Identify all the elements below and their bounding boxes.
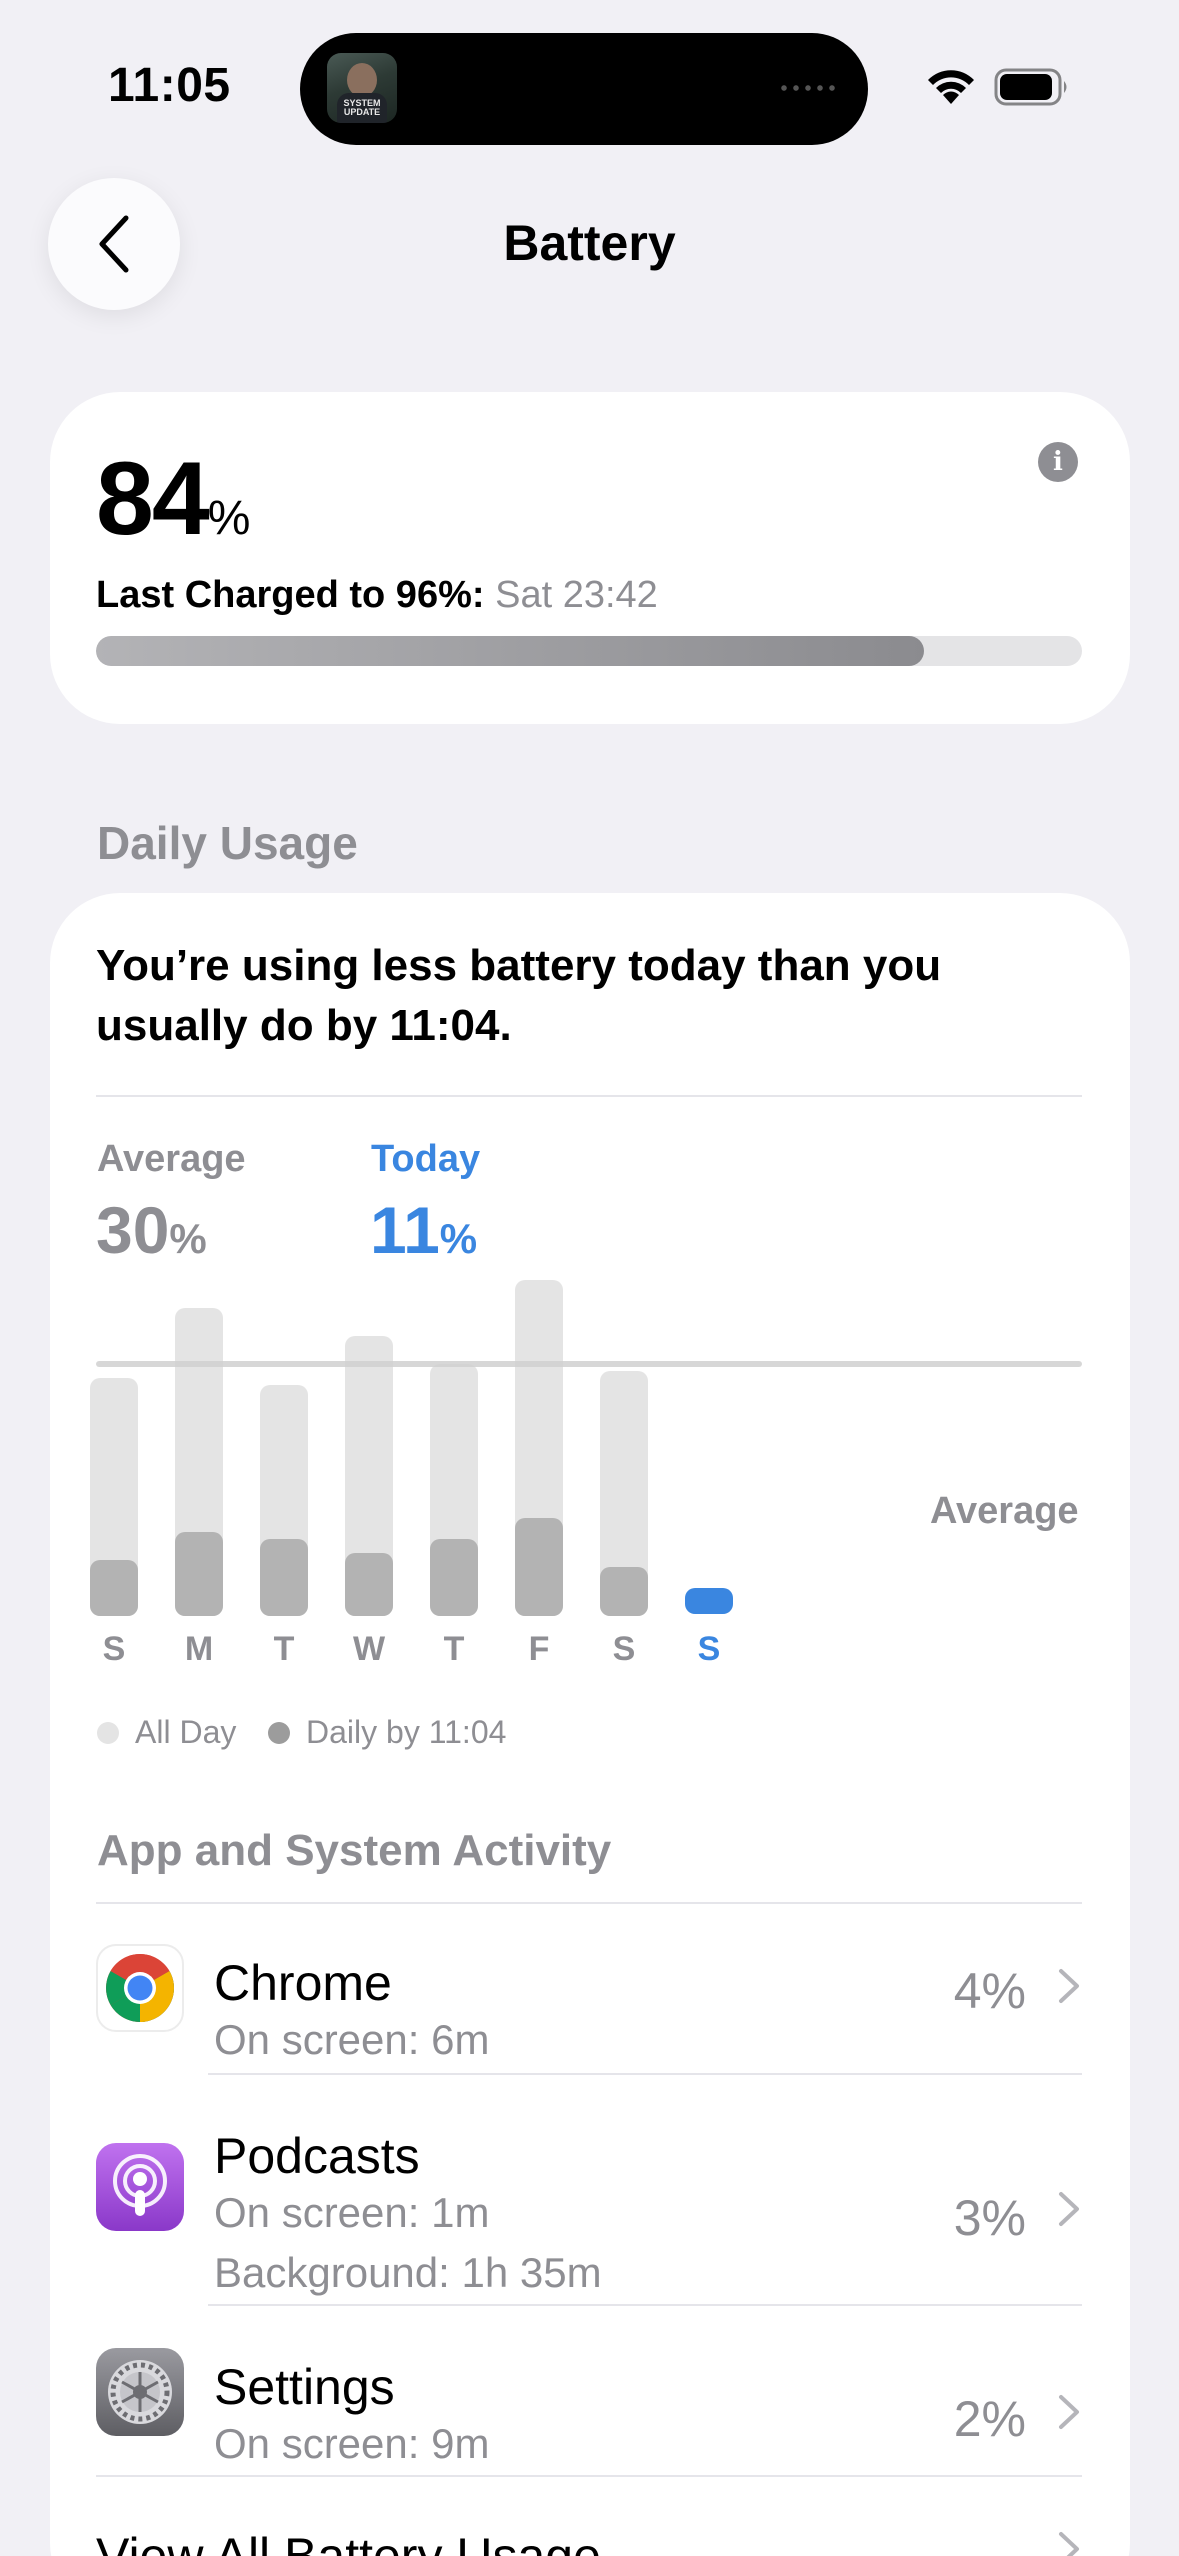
bar-today[interactable] bbox=[685, 1588, 733, 1614]
battery-percentage-number: 84 bbox=[96, 441, 210, 557]
day-label: T bbox=[443, 1630, 465, 1668]
page-title: Battery bbox=[503, 215, 676, 271]
battery-level-fill bbox=[96, 636, 925, 666]
dynamic-island[interactable]: SYSTEM UPDATE bbox=[300, 33, 868, 145]
info-icon[interactable]: i bbox=[1038, 442, 1078, 482]
waveform-dots-icon bbox=[778, 83, 838, 93]
battery-percentage: 84% bbox=[96, 440, 250, 559]
app-name: Settings bbox=[214, 2359, 395, 2415]
bar-daily-by[interactable] bbox=[345, 1553, 393, 1616]
app-row-chrome[interactable]: Chrome On screen: 6m 4% bbox=[96, 1904, 1082, 2074]
day-label: W bbox=[352, 1630, 386, 1668]
app-percent: 4% bbox=[953, 1963, 1026, 2019]
view-all-label: View All Battery Usage bbox=[96, 2528, 601, 2556]
average-line-label: Average bbox=[930, 1490, 1079, 1532]
chevron-right-icon bbox=[1059, 2395, 1079, 2429]
battery-percentage-unit: % bbox=[207, 492, 251, 545]
legend-dot-all-day bbox=[97, 1721, 119, 1744]
last-charged-time: Sat 23:42 bbox=[495, 574, 658, 616]
last-charged: Last Charged to 96%: Sat 23:42 bbox=[96, 574, 658, 617]
thumbnail-text: SYSTEM UPDATE bbox=[343, 98, 381, 117]
app-detail: On screen: 6m bbox=[214, 2016, 490, 2063]
bar-daily-by[interactable] bbox=[515, 1518, 563, 1616]
app-name: Chrome bbox=[214, 1955, 392, 2011]
today-label: Today bbox=[371, 1138, 481, 1180]
average-number: 30 bbox=[96, 1193, 170, 1267]
app-percent: 2% bbox=[953, 2391, 1026, 2447]
app-detail: On screen: 1m bbox=[214, 2189, 490, 2236]
live-activity-thumbnail: SYSTEM UPDATE bbox=[327, 53, 397, 123]
bar-daily-by[interactable] bbox=[90, 1560, 138, 1616]
wifi-icon bbox=[928, 70, 974, 104]
day-label: M bbox=[184, 1630, 214, 1668]
average-label: Average bbox=[97, 1138, 246, 1180]
divider bbox=[96, 1095, 1082, 1097]
day-label: T bbox=[273, 1630, 295, 1668]
today-number: 11 bbox=[370, 1193, 440, 1267]
average-line bbox=[96, 1361, 1082, 1367]
today-unit: % bbox=[439, 1215, 478, 1262]
bar-daily-by[interactable] bbox=[260, 1539, 308, 1616]
battery-icon bbox=[994, 68, 1067, 106]
legend-all-day: All Day bbox=[97, 1714, 236, 1751]
app-percent: 3% bbox=[953, 2190, 1026, 2246]
daily-usage-heading: Daily Usage bbox=[97, 817, 358, 869]
settings-gear-icon bbox=[96, 2348, 184, 2436]
app-detail: Background: 1h 35m bbox=[214, 2249, 602, 2296]
today-value: 11% bbox=[370, 1192, 477, 1268]
legend-all-day-label: All Day bbox=[135, 1714, 237, 1750]
app-row-settings[interactable]: Settings On screen: 9m 2% bbox=[96, 2306, 1082, 2476]
chevron-right-icon bbox=[1059, 1969, 1079, 2003]
status-time: 11:05 bbox=[108, 59, 231, 112]
podcasts-icon bbox=[96, 2143, 184, 2231]
bar-daily-by[interactable] bbox=[175, 1532, 223, 1616]
app-name: Podcasts bbox=[214, 2128, 420, 2184]
legend-dot-daily-by bbox=[268, 1721, 290, 1744]
battery-level-bar bbox=[96, 636, 1082, 666]
usage-summary: You’re using less battery today than you… bbox=[96, 941, 942, 1050]
view-all-battery-usage[interactable]: View All Battery Usage bbox=[96, 2477, 1082, 2556]
app-detail: On screen: 9m bbox=[214, 2420, 490, 2467]
average-unit: % bbox=[169, 1215, 207, 1262]
bar-daily-by[interactable] bbox=[600, 1567, 648, 1616]
chevron-right-icon bbox=[1059, 2192, 1079, 2226]
day-label: S bbox=[102, 1630, 126, 1668]
legend-daily-by: Daily by 11:04 bbox=[268, 1714, 506, 1751]
bar-daily-by[interactable] bbox=[430, 1539, 478, 1616]
day-label: F bbox=[528, 1630, 550, 1668]
activity-heading: App and System Activity bbox=[97, 1826, 612, 1875]
app-row-podcasts[interactable]: Podcasts On screen: 1m Background: 1h 35… bbox=[96, 2075, 1082, 2305]
chevron-right-icon bbox=[1059, 2532, 1079, 2556]
day-label: S bbox=[612, 1630, 636, 1668]
legend-daily-by-label: Daily by 11:04 bbox=[306, 1714, 507, 1750]
last-charged-label: Last Charged to 96%: bbox=[96, 574, 485, 616]
chrome-icon bbox=[96, 1944, 184, 2032]
day-label: S bbox=[697, 1630, 721, 1668]
average-value: 30% bbox=[96, 1192, 207, 1268]
